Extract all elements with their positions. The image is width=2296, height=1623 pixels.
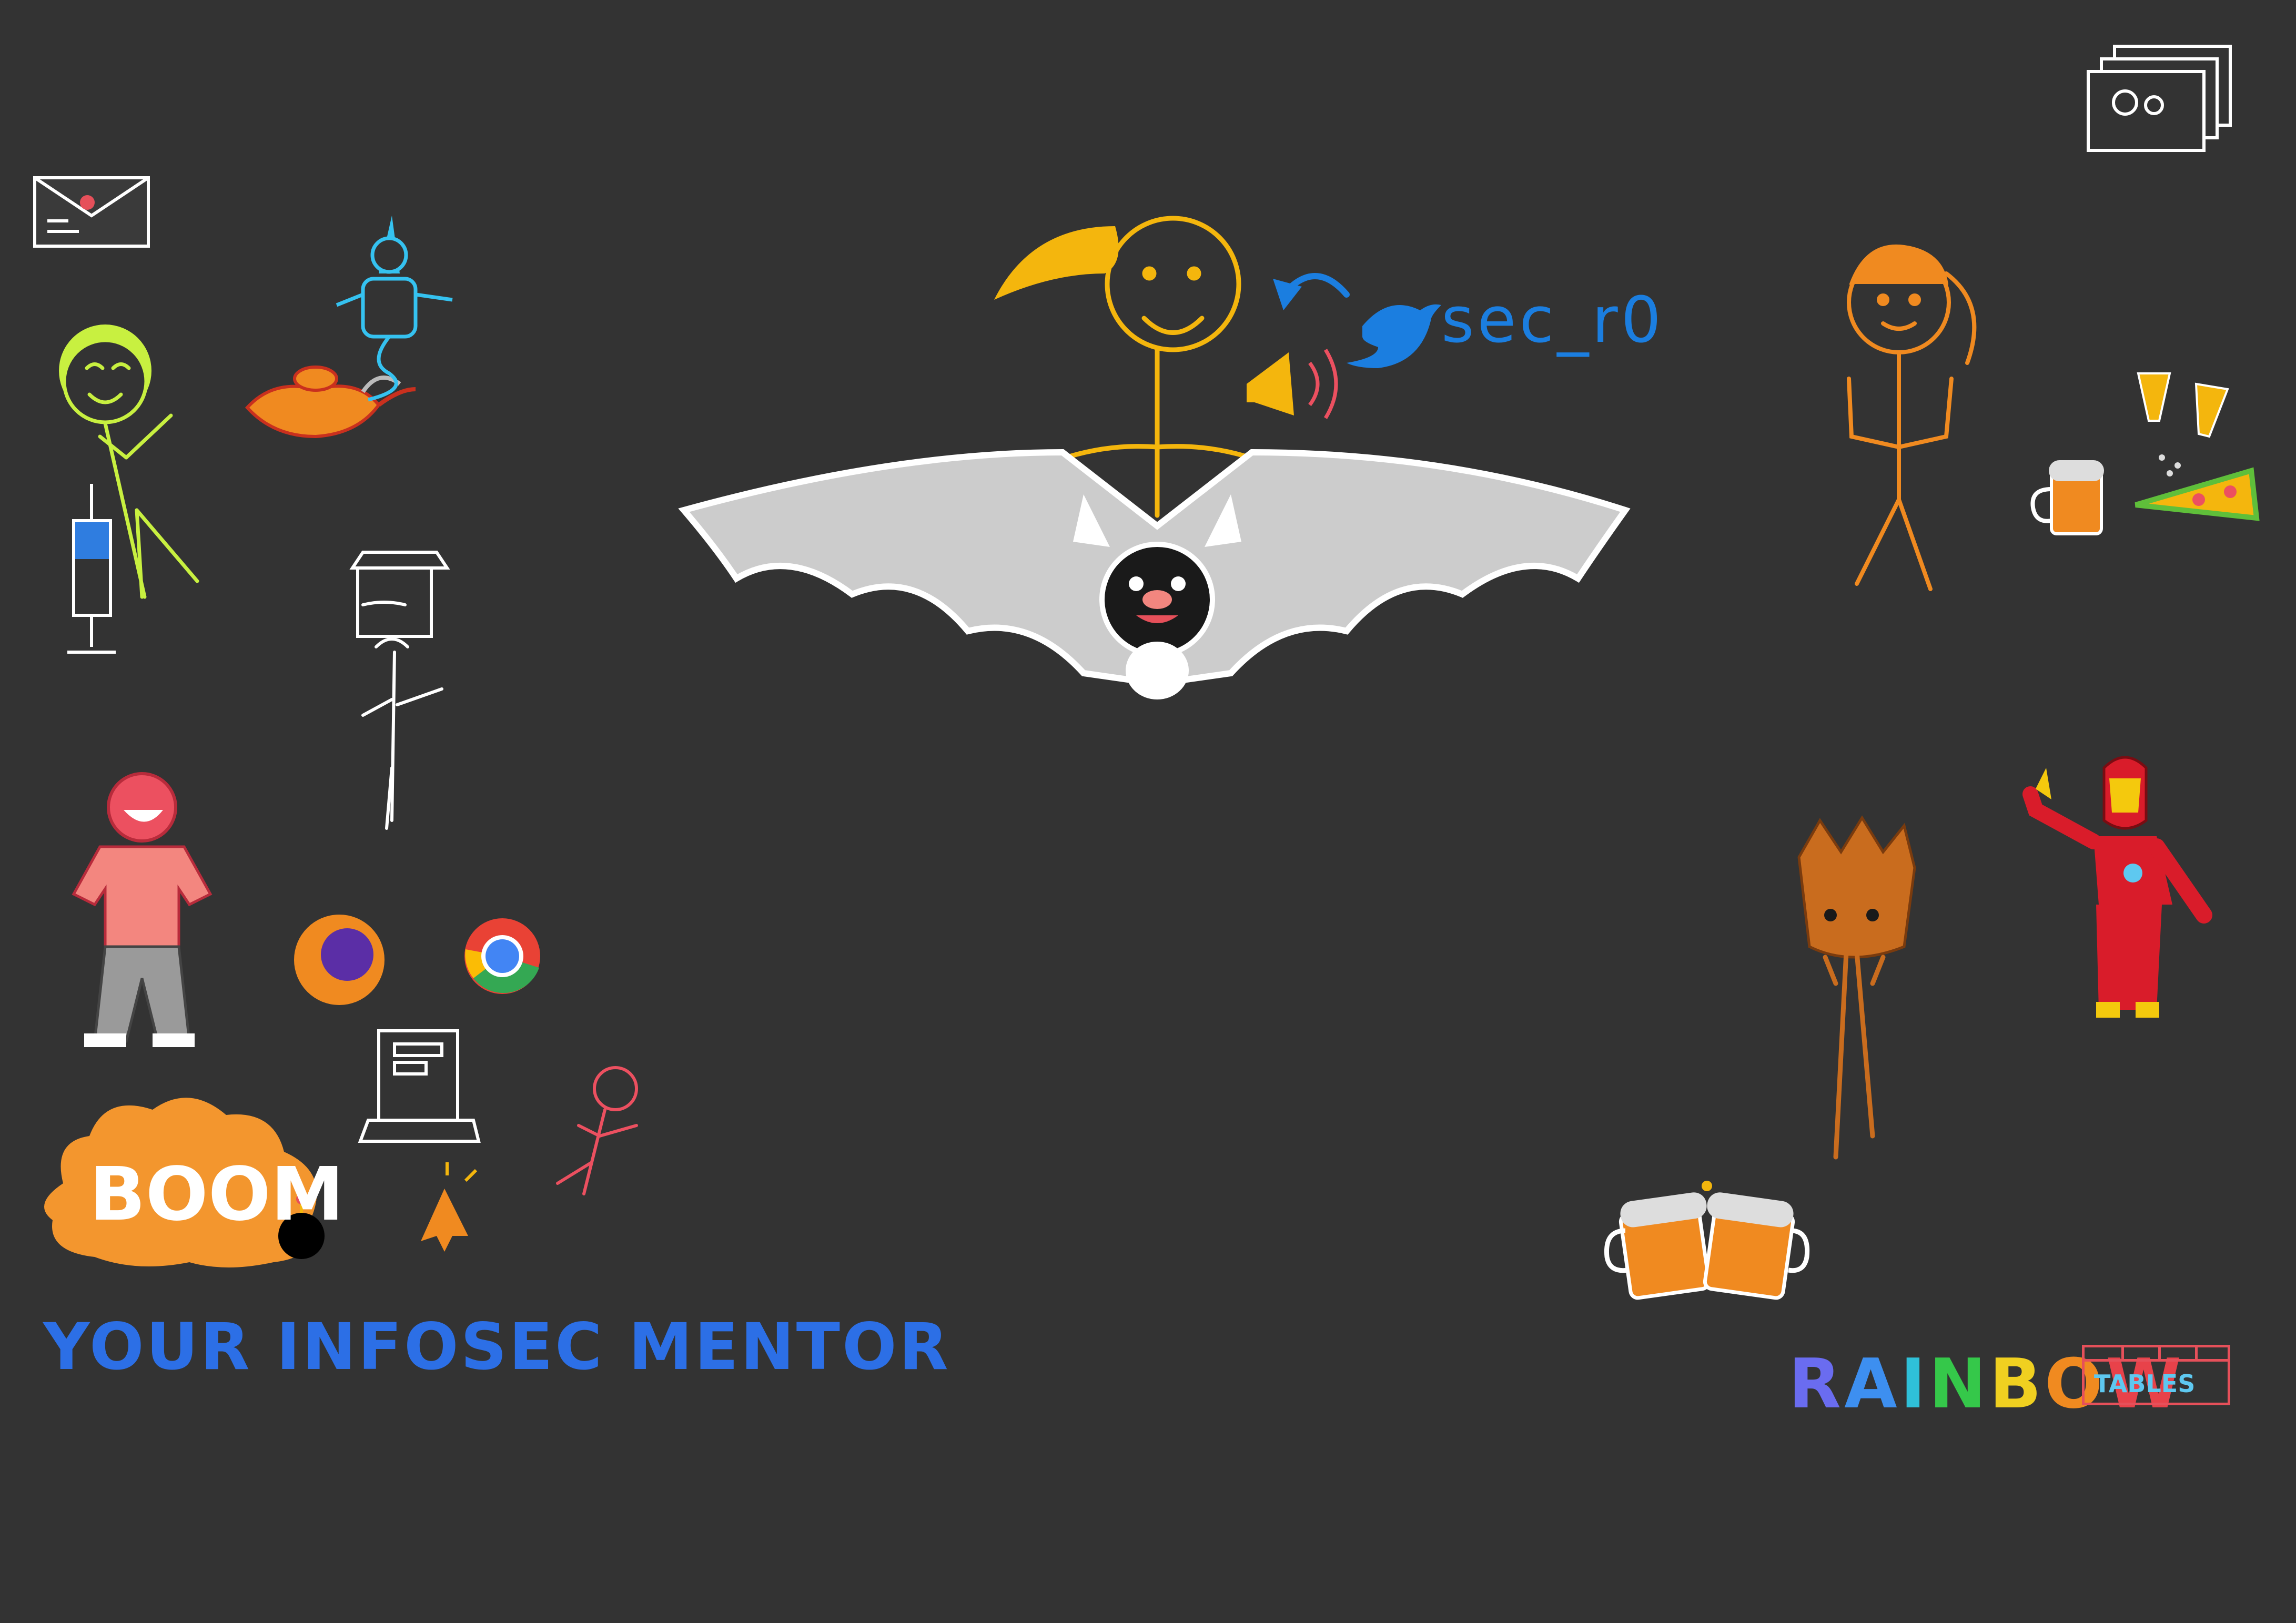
rainbow-letter: A	[1844, 1344, 1900, 1424]
rainbow-letter: I	[1900, 1344, 1929, 1424]
chrome-icon	[464, 918, 540, 994]
boom-text: BOOM	[89, 1152, 345, 1237]
firefox-icon	[294, 915, 385, 1005]
envelope-icon	[33, 176, 150, 248]
photos-icon	[2087, 45, 2232, 152]
tables-label: TABLES	[2094, 1370, 2196, 1398]
twitter-handle: sec_r0	[1441, 284, 1665, 357]
tagline-text: YOUR INFOSEC MENTOR	[43, 1310, 950, 1384]
tables-icon: TABLES	[2082, 1345, 2230, 1405]
rainbow-letter: R	[1788, 1344, 1845, 1424]
rainbow-letter: N	[1929, 1344, 1989, 1424]
rainbow-letter: B	[1989, 1344, 2045, 1424]
